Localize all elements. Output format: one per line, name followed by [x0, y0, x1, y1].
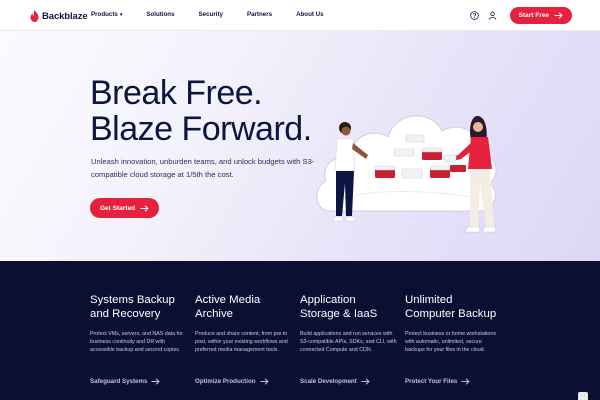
get-started-label: Get Started: [100, 204, 136, 212]
arrow-right-icon: [140, 204, 149, 212]
nav-item-products[interactable]: Products ▾: [91, 11, 122, 18]
hero-subtitle: Unleash innovation, unburden teams, and …: [91, 157, 315, 179]
nav-item-label: Partners: [246, 11, 273, 18]
hero-title-line-2: Blaze Forward.: [90, 110, 312, 148]
logo[interactable]: Backblaze: [30, 9, 88, 23]
feature-description: Build applications and run services with…: [300, 331, 397, 354]
feature-link-label: Scale Development: [300, 378, 357, 385]
nav-item-label: Security: [198, 11, 223, 18]
feature-description: Produce and share content, from pre to p…: [195, 331, 288, 354]
arrow-right-icon: [260, 378, 269, 385]
start-free-label: Start Free: [518, 12, 549, 19]
scale-development-link[interactable]: Scale Development: [300, 378, 370, 385]
nav-links: Products ▾ Solutions Security Partners A…: [91, 11, 348, 18]
chevron-down-icon: ▾: [119, 11, 123, 18]
get-started-button[interactable]: Get Started: [90, 198, 160, 218]
hero-title: Break Free. Blaze Forward.: [90, 75, 312, 147]
arrow-right-icon: [461, 378, 471, 385]
feature-link-label: Safeguard Systems: [90, 378, 148, 385]
user-icon[interactable]: [487, 10, 498, 21]
feature-column-systems-backup: Systems Backup and Recovery Protect VMs,…: [90, 293, 188, 355]
nav-item-about-us[interactable]: About Us: [296, 11, 324, 18]
feature-link-label: Protect Your Files: [405, 378, 458, 385]
nav-item-label: Products: [91, 11, 118, 18]
features-section: Systems Backup and Recovery Protect VMs,…: [0, 261, 600, 400]
feature-column-media-archive: Active Media Archive Produce and share c…: [195, 293, 293, 355]
nav-item-label: Solutions: [146, 11, 175, 18]
nav-item-label: About Us: [296, 11, 324, 18]
feature-column-computer-backup: Unlimited Computer Backup Protect busine…: [405, 293, 503, 355]
safeguard-systems-link[interactable]: Safeguard Systems: [90, 378, 161, 385]
feature-link-label: Optimize Production: [195, 378, 256, 385]
feature-title: Unlimited Computer Backup: [405, 294, 497, 320]
nav-item-security[interactable]: Security: [199, 11, 223, 18]
arrow-right-icon: [151, 378, 161, 385]
help-icon[interactable]: [469, 10, 480, 21]
feature-title: Application Storage & IaaS: [300, 294, 378, 320]
arrow-right-icon: [554, 12, 563, 19]
nav-item-partners[interactable]: Partners: [247, 11, 272, 18]
feature-description: Protect business or home workstations wi…: [405, 331, 496, 354]
logo-text: Backblaze: [42, 10, 88, 22]
optimize-production-link[interactable]: Optimize Production: [195, 378, 269, 385]
hero-title-line-1: Break Free.: [90, 74, 263, 112]
feature-description: Protect VMs, servers, and NAS data for b…: [90, 331, 183, 354]
start-free-button[interactable]: Start Free: [509, 7, 572, 24]
nav-right: Start Free: [469, 7, 572, 24]
feature-title: Active Media Archive: [195, 294, 261, 320]
feature-column-application-storage: Application Storage & IaaS Build applica…: [300, 293, 398, 355]
protect-your-files-link[interactable]: Protect Your Files: [405, 378, 471, 385]
chat-widget-icon[interactable]: [578, 392, 588, 400]
arrow-right-icon: [361, 378, 370, 385]
cloud-illustration: [316, 115, 497, 233]
hero-section: Break Free. Blaze Forward. Unleash innov…: [0, 31, 600, 261]
flame-icon: [30, 10, 39, 22]
nav-item-solutions[interactable]: Solutions: [146, 11, 174, 18]
feature-title: Systems Backup and Recovery: [90, 294, 175, 320]
top-nav: Backblaze Products ▾ Solutions Security …: [0, 0, 600, 31]
